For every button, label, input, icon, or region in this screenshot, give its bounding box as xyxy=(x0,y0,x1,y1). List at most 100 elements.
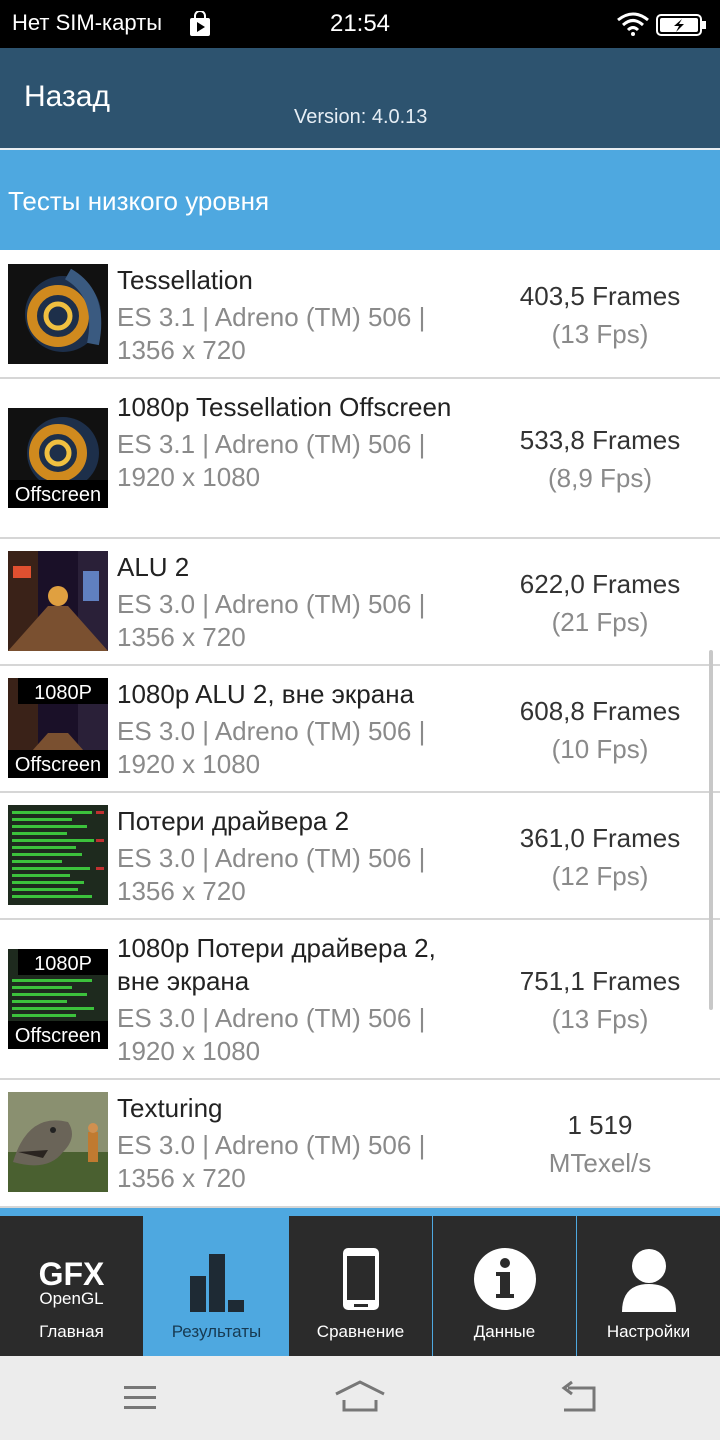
menu-icon[interactable] xyxy=(110,1376,170,1420)
tab-label: Настройки xyxy=(606,1322,691,1341)
test-result: 361,0 Frames (12 Fps) xyxy=(480,819,720,895)
clock: 21:54 xyxy=(329,10,391,37)
list-item[interactable]: 1080P Offscreen 1080p Потери драйвера 2,… xyxy=(0,920,720,1080)
phone-icon xyxy=(289,1244,432,1316)
tab-info[interactable]: Данные xyxy=(433,1216,576,1356)
version-label: Version: 4.0.13 xyxy=(294,106,428,128)
test-result: 533,8 Frames (8,9 Fps) xyxy=(480,421,720,497)
status-bar: Нет SIM-карты 21:54 xyxy=(0,0,720,48)
texturing-thumbnail xyxy=(8,1092,108,1192)
result-fps: (12 Fps) xyxy=(551,861,649,891)
app-header: Назад Version: 4.0.13 xyxy=(0,48,720,148)
test-api: ES 3.0 | Adreno (TM) 506 | xyxy=(117,1003,426,1033)
bottom-tab-bar: GFX OpenGL Главная Результаты Сравнение xyxy=(0,1208,720,1356)
thumb-overlay-label: Offscreen xyxy=(15,754,101,776)
results-list[interactable]: Tessellation ES 3.1 | Adreno (TM) 506 | … xyxy=(0,250,720,1208)
test-info: 1080p ALU 2, вне экрана ES 3.0 | Adreno … xyxy=(117,678,477,781)
test-api: ES 3.0 | Adreno (TM) 506 | xyxy=(117,843,426,873)
alu-thumbnail xyxy=(8,551,108,651)
gfx-opengl-logo-icon: GFX OpenGL xyxy=(0,1244,143,1316)
test-info: Потери драйвера 2 ES 3.0 | Adreno (TM) 5… xyxy=(117,805,477,908)
list-item[interactable]: Texturing ES 3.0 | Adreno (TM) 506 | 135… xyxy=(0,1080,720,1208)
test-api: ES 3.1 | Adreno (TM) 506 | xyxy=(117,429,426,459)
wifi-icon xyxy=(616,12,650,36)
back-button[interactable]: Назад xyxy=(24,80,110,114)
result-fps: (8,9 Fps) xyxy=(547,463,653,493)
test-resolution: 1356 x 720 xyxy=(117,622,246,652)
thumb-top-label: 1080P xyxy=(34,682,92,704)
bar-chart-icon xyxy=(145,1244,288,1316)
test-info: ALU 2 ES 3.0 | Adreno (TM) 506 | 1356 x … xyxy=(117,551,477,654)
home-icon[interactable] xyxy=(330,1376,390,1420)
test-name: 1080p ALU 2, вне экрана xyxy=(117,679,415,709)
result-unit: MTexel/s xyxy=(548,1148,652,1178)
logo-opengl: OpenGL xyxy=(39,1289,104,1308)
list-item[interactable]: ALU 2 ES 3.0 | Adreno (TM) 506 | 1356 x … xyxy=(0,539,720,666)
tab-label: Данные xyxy=(473,1322,536,1341)
section-title: Тесты низкого уровня xyxy=(8,186,270,216)
tab-label: Сравнение xyxy=(316,1322,405,1341)
test-name: Texturing xyxy=(117,1093,223,1123)
test-info: Texturing ES 3.0 | Adreno (TM) 506 | 135… xyxy=(117,1092,477,1195)
tab-results[interactable]: Результаты xyxy=(145,1216,288,1356)
test-info: 1080p Потери драйвера 2, вне экрана ES 3… xyxy=(117,932,477,1068)
test-resolution: 1920 x 1080 xyxy=(117,749,261,779)
test-name: ALU 2 xyxy=(117,552,190,582)
list-item[interactable]: 1080P Offscreen 1080p ALU 2, вне экрана … xyxy=(0,666,720,793)
back-icon[interactable] xyxy=(550,1376,610,1420)
result-frames: 403,5 Frames xyxy=(519,281,681,311)
tessellation-thumbnail xyxy=(8,264,108,364)
result-value: 1 519 xyxy=(567,1110,633,1140)
result-frames: 361,0 Frames xyxy=(519,823,681,853)
thumb-top-label: 1080P xyxy=(34,953,92,975)
test-info: 1080p Tessellation Offscreen ES 3.1 | Ad… xyxy=(117,391,477,494)
alu-offscreen-thumbnail: 1080P Offscreen xyxy=(8,678,108,778)
battery-charging-icon xyxy=(656,13,708,37)
result-frames: 622,0 Frames xyxy=(519,569,681,599)
test-name: 1080p Потери драйвера 2, вне экрана xyxy=(117,933,436,996)
section-header: Тесты низкого уровня xyxy=(0,150,720,250)
driver-overhead-offscreen-thumbnail: 1080P Offscreen xyxy=(8,949,108,1049)
logo-gfx: GFX xyxy=(38,1256,105,1292)
test-resolution: 1356 x 720 xyxy=(117,876,246,906)
tab-label: Главная xyxy=(39,1322,104,1341)
system-nav-bar xyxy=(0,1356,720,1440)
test-resolution: 1920 x 1080 xyxy=(117,1036,261,1066)
tab-compare[interactable]: Сравнение xyxy=(289,1216,432,1356)
tab-home[interactable]: GFX OpenGL Главная xyxy=(0,1216,143,1356)
list-item[interactable]: Потери драйвера 2 ES 3.0 | Adreno (TM) 5… xyxy=(0,793,720,920)
result-frames: 608,8 Frames xyxy=(519,696,681,726)
result-fps: (13 Fps) xyxy=(551,319,649,349)
list-item[interactable]: Offscreen 1080p Tessellation Offscreen E… xyxy=(0,379,720,539)
list-item[interactable]: Tessellation ES 3.1 | Adreno (TM) 506 | … xyxy=(0,250,720,379)
driver-overhead-thumbnail xyxy=(8,805,108,905)
test-result: 403,5 Frames (13 Fps) xyxy=(480,277,720,353)
result-frames: 751,1 Frames xyxy=(519,966,681,996)
test-api: ES 3.0 | Adreno (TM) 506 | xyxy=(117,716,426,746)
test-info: Tessellation ES 3.1 | Adreno (TM) 506 | … xyxy=(117,264,477,367)
thumb-overlay-label: Offscreen xyxy=(15,484,101,506)
result-frames: 533,8 Frames xyxy=(519,425,681,455)
thumb-overlay-label: Offscreen xyxy=(15,1025,101,1047)
test-api: ES 3.1 | Adreno (TM) 506 | xyxy=(117,302,426,332)
test-api: ES 3.0 | Adreno (TM) 506 | xyxy=(117,1130,426,1160)
test-resolution: 1920 x 1080 xyxy=(117,462,261,492)
test-api: ES 3.0 | Adreno (TM) 506 | xyxy=(117,589,426,619)
test-name: Потери драйвера 2 xyxy=(117,806,350,836)
info-icon xyxy=(433,1244,576,1316)
test-resolution: 1356 x 720 xyxy=(117,335,246,365)
test-result: 622,0 Frames (21 Fps) xyxy=(480,565,720,641)
test-result: 751,1 Frames (13 Fps) xyxy=(480,962,720,1038)
user-icon xyxy=(577,1244,720,1316)
result-fps: (13 Fps) xyxy=(551,1004,649,1034)
result-fps: (21 Fps) xyxy=(551,607,649,637)
tab-label: Результаты xyxy=(171,1322,262,1341)
tab-settings[interactable]: Настройки xyxy=(577,1216,720,1356)
scrollbar[interactable] xyxy=(709,650,713,1010)
test-result: 1 519 MTexel/s xyxy=(480,1106,720,1182)
test-name: Tessellation xyxy=(117,265,253,295)
test-name: 1080p Tessellation Offscreen xyxy=(117,392,452,422)
tessellation-offscreen-thumbnail: Offscreen xyxy=(8,408,108,508)
result-fps: (10 Fps) xyxy=(551,734,649,764)
test-result: 608,8 Frames (10 Fps) xyxy=(480,692,720,768)
